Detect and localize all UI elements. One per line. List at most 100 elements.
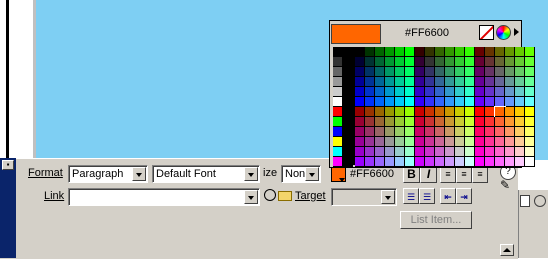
swatch-cell[interactable]: [475, 57, 485, 67]
swatch-cell[interactable]: [515, 97, 525, 107]
swatch-cell[interactable]: [395, 157, 405, 167]
swatch-cell[interactable]: [375, 57, 385, 67]
swatch-cell[interactable]: [333, 87, 343, 97]
swatch-cell[interactable]: [355, 107, 365, 117]
swatch-cell[interactable]: [365, 47, 375, 57]
swatch-cell[interactable]: [425, 87, 435, 97]
swatch-cell[interactable]: [495, 117, 505, 127]
swatch-cell[interactable]: [405, 117, 415, 127]
swatch-cell[interactable]: [505, 117, 515, 127]
swatch-cell[interactable]: [375, 67, 385, 77]
swatch-cell[interactable]: [445, 57, 455, 67]
swatch-cell[interactable]: [343, 147, 353, 157]
swatch-cell[interactable]: [475, 127, 485, 137]
swatch-cell[interactable]: [395, 67, 405, 77]
swatch-cell[interactable]: [395, 127, 405, 137]
swatch-cell[interactable]: [505, 67, 515, 77]
size-select[interactable]: Non: [281, 165, 321, 183]
point-to-file-icon[interactable]: [264, 189, 276, 201]
swatch-cell[interactable]: [445, 97, 455, 107]
swatch-cell[interactable]: [355, 67, 365, 77]
swatch-cell[interactable]: [405, 97, 415, 107]
swatch-cell[interactable]: [525, 57, 535, 67]
swatch-cell[interactable]: [525, 117, 535, 127]
swatch-cell[interactable]: [425, 137, 435, 147]
swatch-cell[interactable]: [475, 117, 485, 127]
unordered-list-icon[interactable]: ☰: [403, 188, 419, 204]
swatch-cell[interactable]: [365, 87, 375, 97]
swatch-cell[interactable]: [435, 117, 445, 127]
chevron-down-icon[interactable]: [244, 167, 258, 181]
swatch-cell[interactable]: [333, 97, 343, 107]
swatch-cell[interactable]: [425, 77, 435, 87]
swatch-cell[interactable]: [515, 127, 525, 137]
swatch-cell[interactable]: [435, 147, 445, 157]
indent-icon[interactable]: ⇥: [456, 188, 472, 204]
swatch-cell[interactable]: [355, 137, 365, 147]
swatch-cell[interactable]: [485, 47, 495, 57]
swatch-cell[interactable]: [375, 77, 385, 87]
swatch-cell[interactable]: [375, 97, 385, 107]
swatch-cell[interactable]: [365, 77, 375, 87]
swatch-cell[interactable]: [405, 137, 415, 147]
swatch-cell[interactable]: [395, 137, 405, 147]
swatch-cell[interactable]: [343, 127, 353, 137]
swatch-cell[interactable]: [515, 67, 525, 77]
swatch-cell[interactable]: [525, 77, 535, 87]
swatch-cell[interactable]: [375, 87, 385, 97]
swatch-cell[interactable]: [415, 87, 425, 97]
swatch-cell[interactable]: [425, 117, 435, 127]
swatch-cell[interactable]: [505, 57, 515, 67]
swatch-cell[interactable]: [475, 157, 485, 167]
swatch-cell[interactable]: [385, 47, 395, 57]
swatch-cell[interactable]: [375, 127, 385, 137]
swatch-cell[interactable]: [465, 127, 475, 137]
swatch-cell[interactable]: [405, 87, 415, 97]
swatch-cell[interactable]: [343, 57, 353, 67]
swatch-cell[interactable]: [355, 117, 365, 127]
swatch-cell[interactable]: [505, 107, 515, 117]
swatch-cell[interactable]: [385, 107, 395, 117]
swatch-cell[interactable]: [435, 107, 445, 117]
swatch-cell[interactable]: [395, 77, 405, 87]
swatch-cell[interactable]: [405, 67, 415, 77]
swatch-cell[interactable]: [495, 77, 505, 87]
swatch-cell[interactable]: [355, 147, 365, 157]
swatch-cell[interactable]: [515, 107, 525, 117]
swatch-cell[interactable]: [525, 67, 535, 77]
swatch-cell[interactable]: [415, 47, 425, 57]
swatch-cell[interactable]: [343, 47, 353, 57]
swatch-cell[interactable]: [385, 57, 395, 67]
swatch-cell[interactable]: [385, 127, 395, 137]
swatch-cell[interactable]: [465, 77, 475, 87]
swatch-cell[interactable]: [475, 137, 485, 147]
swatch-cell[interactable]: [475, 147, 485, 157]
swatch-cell[interactable]: [375, 117, 385, 127]
swatch-cell[interactable]: [525, 157, 535, 167]
swatch-cell[interactable]: [375, 47, 385, 57]
swatch-cell[interactable]: [375, 147, 385, 157]
swatch-cell[interactable]: [515, 87, 525, 97]
swatch-cell[interactable]: [375, 137, 385, 147]
swatch-cell[interactable]: [505, 77, 515, 87]
swatch-cell[interactable]: [333, 57, 343, 67]
swatch-cell[interactable]: [333, 107, 343, 117]
swatch-cell[interactable]: [385, 147, 395, 157]
swatch-cell[interactable]: [405, 57, 415, 67]
swatch-cell[interactable]: [405, 77, 415, 87]
swatch-cell[interactable]: [333, 77, 343, 87]
swatch-cell[interactable]: [505, 47, 515, 57]
swatch-cell[interactable]: [494, 106, 506, 118]
swatch-cell[interactable]: [365, 67, 375, 77]
swatch-cell[interactable]: [435, 67, 445, 77]
swatch-cell[interactable]: [465, 157, 475, 167]
swatch-cell[interactable]: [525, 147, 535, 157]
swatch-cell[interactable]: [465, 57, 475, 67]
swatch-cell[interactable]: [365, 137, 375, 147]
swatch-cell[interactable]: [465, 87, 475, 97]
swatch-cell[interactable]: [525, 47, 535, 57]
swatch-cell[interactable]: [333, 67, 343, 77]
swatch-cell[interactable]: [495, 47, 505, 57]
swatch-cell[interactable]: [435, 57, 445, 67]
swatch-cell[interactable]: [455, 77, 465, 87]
